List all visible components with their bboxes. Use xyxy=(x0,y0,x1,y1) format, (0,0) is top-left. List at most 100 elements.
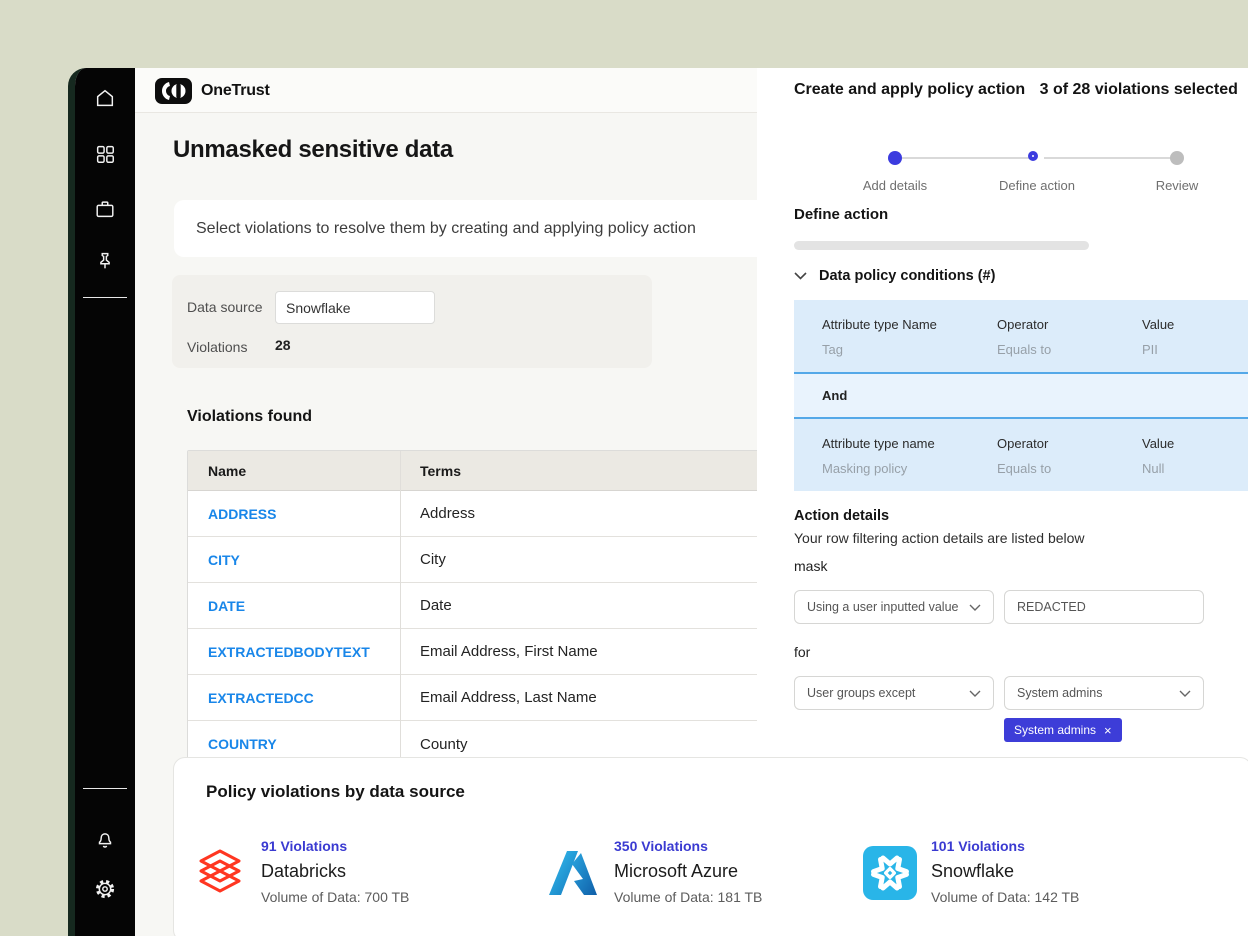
instruction-text: Select violations to resolve them by cre… xyxy=(196,220,696,238)
condition-operator: Equals to xyxy=(997,342,1142,357)
summary-box: Data source Violations 28 xyxy=(172,275,652,368)
chevron-down-icon xyxy=(969,604,981,611)
table-header-row: Name Terms xyxy=(188,451,786,491)
table-row: ADDRESS Address xyxy=(188,491,786,537)
violation-terms: City xyxy=(400,537,786,582)
databricks-logo xyxy=(193,846,247,900)
bell-icon[interactable] xyxy=(92,826,118,852)
violation-terms: Address xyxy=(400,491,786,536)
violation-name-link[interactable]: ADDRESS xyxy=(188,491,400,536)
chip-close-icon[interactable]: × xyxy=(1104,724,1112,737)
condition-operator: Equals to xyxy=(997,461,1142,476)
onetrust-brand: OneTrust xyxy=(155,78,270,104)
conditions-collapse-toggle[interactable]: Data policy conditions (#) xyxy=(794,268,995,284)
violation-name-link[interactable]: EXTRACTEDBODYTEXT xyxy=(188,629,400,674)
mask-value-input[interactable] xyxy=(1004,590,1204,624)
step-dot-review[interactable] xyxy=(1170,151,1184,165)
data-source-input[interactable] xyxy=(275,291,435,324)
step-label-add-details: Add details xyxy=(825,178,965,193)
stepper-line xyxy=(1044,157,1177,159)
policy-violations-panel: Policy violations by data source 91 Viol… xyxy=(173,757,1248,936)
violations-table-title: Violations found xyxy=(187,408,312,426)
selection-status: 3 of 28 violations selected xyxy=(1040,81,1238,98)
step-label-define-action: Define action xyxy=(967,178,1107,193)
data-source-name: Microsoft Azure xyxy=(614,861,762,882)
for-label: for xyxy=(794,644,810,660)
pushpin-icon[interactable] xyxy=(92,248,118,274)
mask-method-select[interactable]: Using a user inputted value xyxy=(794,590,994,624)
brand-name: OneTrust xyxy=(201,82,270,100)
violation-terms: Email Address, Last Name xyxy=(400,675,786,720)
condition-row: Attribute type Name Operator Value Tag E… xyxy=(794,300,1248,372)
drawer-title: Create and apply policy action 3 of 28 v… xyxy=(794,81,1238,99)
violations-count: 28 xyxy=(275,337,291,353)
data-source-label: Data source xyxy=(187,299,262,315)
data-source-name: Snowflake xyxy=(931,861,1079,882)
violations-count-link[interactable]: 101 Violations xyxy=(931,838,1079,854)
data-volume: Volume of Data: 181 TB xyxy=(614,889,762,905)
stepper-line xyxy=(902,157,1037,159)
data-volume: Volume of Data: 700 TB xyxy=(261,889,409,905)
instruction-banner: Select violations to resolve them by cre… xyxy=(174,200,814,257)
column-header-terms: Terms xyxy=(400,451,786,490)
chip-label: System admins xyxy=(1014,723,1096,737)
bottom-panel-title: Policy violations by data source xyxy=(206,782,465,802)
mask-label: mask xyxy=(794,558,827,574)
data-source-name: Databricks xyxy=(261,861,409,882)
app-window: OneTrust Unmasked sensitive data Select … xyxy=(68,68,1248,936)
for-scope-select[interactable]: User groups except xyxy=(794,676,994,710)
step-dot-define-action[interactable] xyxy=(1028,151,1038,161)
data-source-card-databricks[interactable]: 91 Violations Databricks Volume of Data:… xyxy=(193,838,409,905)
violation-name-link[interactable]: CITY xyxy=(188,537,400,582)
data-source-card-azure[interactable]: 350 Violations Microsoft Azure Volume of… xyxy=(546,838,762,905)
step-dot-add-details[interactable] xyxy=(888,151,902,165)
drawer-title-text: Create and apply policy action xyxy=(794,81,1025,98)
apps-grid-icon[interactable] xyxy=(92,141,118,167)
violation-name-link[interactable]: EXTRACTEDCC xyxy=(188,675,400,720)
violations-count-link[interactable]: 350 Violations xyxy=(614,838,762,854)
condition-header-value: Value xyxy=(1142,436,1248,451)
violation-name-link[interactable]: DATE xyxy=(188,583,400,628)
condition-header-attribute: Attribute type Name xyxy=(822,317,997,332)
sidebar-divider-top xyxy=(83,297,127,298)
briefcase-icon[interactable] xyxy=(92,196,118,222)
conditions-title: Data policy conditions (#) xyxy=(819,268,995,284)
progress-bar xyxy=(794,241,1089,250)
violations-count-link[interactable]: 91 Violations xyxy=(261,838,409,854)
table-row: DATE Date xyxy=(188,583,786,629)
violations-table: Name Terms ADDRESS Address CITY City DAT… xyxy=(187,450,787,768)
snowflake-logo xyxy=(863,846,917,900)
table-row: EXTRACTEDCC Email Address, Last Name xyxy=(188,675,786,721)
condition-value: PII xyxy=(1142,342,1248,357)
page-title: Unmasked sensitive data xyxy=(173,136,453,164)
sidebar-divider-bottom xyxy=(83,788,127,789)
selected-group-chip[interactable]: System admins × xyxy=(1004,718,1122,742)
chevron-down-icon xyxy=(969,690,981,697)
for-group-value: System admins xyxy=(1017,686,1102,700)
violation-terms: Date xyxy=(400,583,786,628)
onetrust-logo-icon xyxy=(155,78,192,104)
data-volume: Volume of Data: 142 TB xyxy=(931,889,1079,905)
settings-gear-icon[interactable] xyxy=(92,876,118,902)
action-details-subtitle: Your row filtering action details are li… xyxy=(794,530,1085,546)
azure-logo xyxy=(546,846,600,900)
chevron-down-icon xyxy=(1179,690,1191,697)
condition-row: Attribute type name Operator Value Maski… xyxy=(794,419,1248,491)
condition-attribute: Tag xyxy=(822,342,997,357)
condition-header-attribute: Attribute type name xyxy=(822,436,997,451)
conditions-box: Attribute type Name Operator Value Tag E… xyxy=(794,300,1248,491)
condition-header-operator: Operator xyxy=(997,317,1142,332)
home-icon[interactable] xyxy=(92,85,118,111)
define-action-heading: Define action xyxy=(794,206,888,223)
condition-attribute: Masking policy xyxy=(822,461,997,476)
for-scope-value: User groups except xyxy=(807,686,915,700)
mask-method-value: Using a user inputted value xyxy=(807,600,958,614)
step-label-review: Review xyxy=(1107,178,1247,193)
condition-connector: And xyxy=(794,372,1248,419)
chevron-down-icon xyxy=(794,272,807,280)
for-group-select[interactable]: System admins xyxy=(1004,676,1204,710)
condition-header-operator: Operator xyxy=(997,436,1142,451)
data-source-card-snowflake[interactable]: 101 Violations Snowflake Volume of Data:… xyxy=(863,838,1079,905)
table-row: CITY City xyxy=(188,537,786,583)
sidebar xyxy=(75,68,135,936)
